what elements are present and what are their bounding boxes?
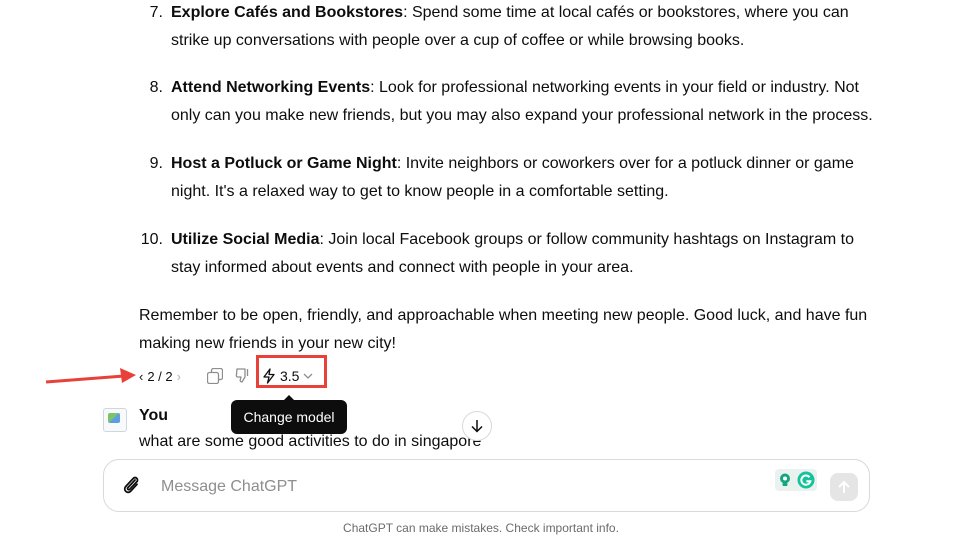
arrow-up-icon	[838, 480, 850, 493]
lightbulb-icon[interactable]	[777, 472, 793, 488]
user-author-label: You	[139, 407, 169, 424]
list-text: Host a Potluck or Game Night: Invite nei…	[171, 150, 876, 206]
scroll-down-button[interactable]	[462, 411, 492, 441]
list-text: Attend Networking Events: Look for profe…	[171, 74, 876, 130]
highlight-box	[256, 355, 327, 388]
list-item-title: Utilize Social Media	[171, 231, 320, 248]
list-number: 8.	[149, 79, 163, 96]
send-button[interactable]	[830, 473, 858, 501]
user-avatar	[103, 408, 127, 432]
list-number: 10.	[140, 231, 163, 248]
list-item-title: Attend Networking Events	[171, 79, 371, 96]
chevron-left-icon[interactable]: ‹	[139, 369, 143, 384]
list-item-title: Explore Cafés and Bookstores	[171, 4, 404, 21]
response-pager: ‹ 2 / 2 ›	[139, 366, 181, 386]
arrow-down-icon	[471, 420, 483, 433]
paperclip-icon[interactable]	[120, 474, 142, 498]
grammarly-icon[interactable]	[797, 471, 815, 489]
user-message-text: what are some good activities to do in s…	[139, 433, 482, 450]
chevron-right-icon[interactable]: ›	[177, 369, 181, 384]
extension-icons[interactable]	[775, 469, 817, 491]
closing-paragraph: Remember to be open, friendly, and appro…	[139, 307, 868, 352]
list-number: 7.	[149, 4, 163, 21]
list-text: Utilize Social Media: Join local Faceboo…	[171, 226, 876, 282]
list-text: Explore Cafés and Bookstores: Spend some…	[171, 0, 876, 55]
thumbs-down-icon[interactable]	[235, 367, 252, 384]
change-model-tooltip: Change model	[231, 395, 347, 434]
annotation-arrow-icon	[45, 368, 136, 384]
list-number: 9.	[149, 155, 163, 172]
copy-icon[interactable]	[207, 368, 223, 384]
disclaimer-note: ChatGPT can make mistakes. Check importa…	[343, 521, 619, 535]
pager-count: 2 / 2	[147, 368, 173, 384]
list-item-title: Host a Potluck or Game Night	[171, 155, 397, 172]
message-input[interactable]	[159, 474, 723, 500]
